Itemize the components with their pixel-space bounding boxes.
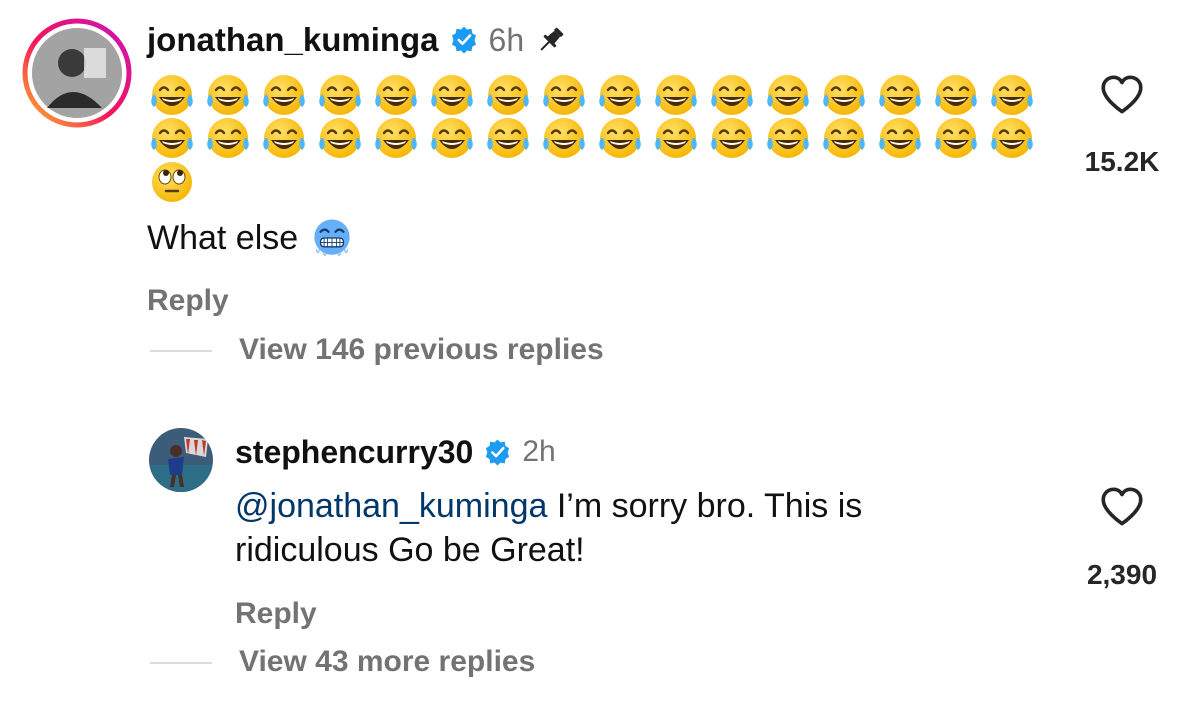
laughing-tears-icon	[483, 113, 539, 165]
view-more-replies-link[interactable]: View 43 more replies	[239, 645, 535, 679]
comment-like-button[interactable]	[1097, 70, 1147, 120]
laughing-tears-icon	[707, 113, 763, 165]
heart-icon	[1101, 75, 1143, 114]
eye-roll-icon	[147, 156, 203, 208]
laughing-tears-icon	[371, 113, 427, 165]
laughing-tears-icon	[427, 113, 483, 165]
laughing-tears-icon	[203, 113, 259, 165]
avatar-jonathan[interactable]	[22, 18, 132, 128]
comment-time: 6h	[488, 21, 525, 58]
laughing-tears-icon	[315, 113, 371, 165]
more-replies-divider	[150, 662, 212, 664]
replies-divider	[150, 350, 212, 352]
cold-face-icon	[310, 216, 354, 260]
mention-link[interactable]: @jonathan_kuminga	[235, 487, 547, 525]
laughing-tears-icon	[987, 113, 1043, 165]
laughing-tears-icon	[763, 113, 819, 165]
laughing-tears-icon	[651, 113, 707, 165]
emoji-row-2	[147, 113, 1043, 165]
reply-like-count: 2,390	[1086, 559, 1158, 590]
avatar-stephencurry[interactable]	[148, 427, 214, 493]
comment-like-count: 15.2K	[1084, 146, 1160, 177]
laughing-tears-icon	[931, 113, 987, 165]
reply-text-line-1: @jonathan_kuminga I’m sorry bro. This is	[235, 484, 1055, 528]
reply-reply-button[interactable]: Reply	[235, 597, 317, 631]
verified-badge-icon	[483, 438, 512, 467]
comment-text: What else	[147, 218, 299, 257]
laughing-tears-icon	[539, 113, 595, 165]
laughing-tears-icon	[259, 113, 315, 165]
comment-username[interactable]: jonathan_kuminga	[147, 21, 439, 59]
laughing-tears-icon	[875, 113, 931, 165]
reply-text-line-2: ridiculous Go be Great!	[235, 531, 585, 569]
heart-icon	[1101, 487, 1143, 526]
verified-badge-icon	[449, 25, 479, 55]
reply-time: 2h	[522, 435, 556, 468]
laughing-tears-icon	[819, 113, 875, 165]
emoji-row-3	[147, 156, 203, 208]
laughing-tears-icon	[595, 113, 651, 165]
reply-text-part-1: I’m sorry bro. This is	[547, 487, 863, 525]
reply-username[interactable]: stephencurry30	[235, 434, 473, 471]
comment-reply-button[interactable]: Reply	[147, 284, 229, 318]
view-previous-replies-link[interactable]: View 146 previous replies	[239, 333, 604, 367]
pin-icon	[534, 23, 568, 57]
reply-text: @jonathan_kuminga I’m sorry bro. This is…	[235, 484, 1055, 572]
reply-like-button[interactable]	[1097, 482, 1147, 532]
